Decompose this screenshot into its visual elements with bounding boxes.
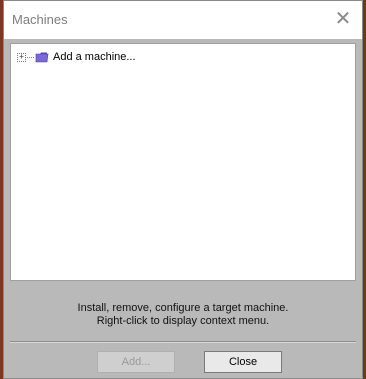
info-line-2: Right-click to display context menu. (96, 315, 270, 327)
machine-tree[interactable]: + Add a machine... (10, 43, 356, 281)
dialog-title: Machines (12, 12, 68, 27)
add-button[interactable]: Add... (97, 351, 175, 373)
tree-connector (27, 56, 34, 58)
tree-item-add-machine[interactable]: + Add a machine... (17, 50, 136, 64)
close-icon[interactable]: ✕ (330, 5, 356, 31)
close-button[interactable]: Close (204, 351, 282, 373)
separator (10, 341, 356, 343)
expand-icon[interactable]: + (17, 52, 26, 62)
info-line-1: Install, remove, configure a target mach… (77, 302, 289, 314)
folder-icon (35, 52, 49, 63)
title-bar[interactable]: Machines ✕ (4, 1, 362, 39)
machines-dialog: Machines ✕ + Add a machine... Install, r… (3, 0, 363, 379)
info-text: Install, remove, configure a target mach… (4, 302, 362, 328)
tree-item-label: Add a machine... (53, 51, 136, 63)
